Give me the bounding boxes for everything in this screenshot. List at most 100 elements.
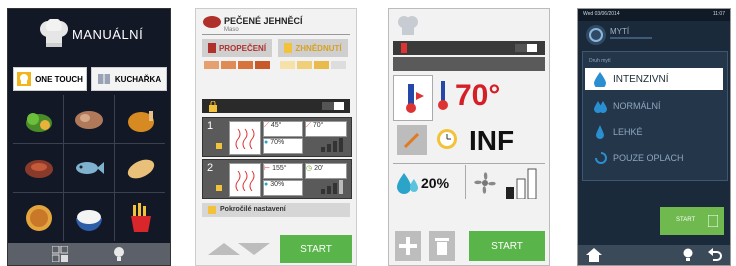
lock-icon <box>216 185 222 191</box>
doneness-level[interactable] <box>204 61 270 69</box>
manual-mode-screen: MANUÁLNÍ ONE TOUCH KUCHAŘKA <box>7 8 171 266</box>
phase1-humidity[interactable]: ● 70% <box>263 138 303 154</box>
heat-mode-icon <box>406 84 424 113</box>
pie-icon[interactable] <box>23 203 55 233</box>
advanced-label: Pokročilé nastavení <box>220 206 286 213</box>
tab-label: ONE TOUCH <box>35 74 83 84</box>
meat-roll-icon[interactable] <box>73 107 105 133</box>
humidity-value[interactable]: 20% <box>421 175 449 191</box>
mode-button[interactable] <box>393 75 433 121</box>
lock-bar <box>202 99 350 113</box>
section-label: Druh mytí <box>589 58 611 64</box>
fan-level-icon[interactable] <box>505 167 539 199</box>
phase2-time[interactable]: ◷ 20' <box>305 163 347 179</box>
home-icon[interactable] <box>586 248 602 262</box>
fan-icon[interactable] <box>471 169 499 197</box>
core-value: 70° <box>312 122 324 129</box>
phase1-temp[interactable]: ⟋ 45° <box>263 121 303 137</box>
humidity-value: 70% <box>270 139 285 146</box>
back-arrow-icon[interactable] <box>708 248 722 262</box>
option-normalni[interactable]: NORMÁLNÍ <box>585 96 723 116</box>
grid-icon[interactable] <box>52 246 68 262</box>
start-button[interactable]: START <box>280 235 352 263</box>
option-lehke[interactable]: LEHKÉ <box>585 122 723 142</box>
steak-icon[interactable] <box>23 155 55 181</box>
fries-icon[interactable] <box>129 203 153 233</box>
recipe-title: PEČENÉ JEHNĚCÍ <box>224 16 303 26</box>
trash-icon <box>435 238 449 255</box>
thermometer-icon <box>438 81 448 110</box>
chef-hat-icon <box>17 72 32 86</box>
option-label: NORMÁLNÍ <box>613 101 661 111</box>
recipe-subtitle: Maso <box>224 27 239 33</box>
fish-icon[interactable] <box>73 155 105 181</box>
phase1-core[interactable]: ⟋ 70° <box>305 121 347 137</box>
lock-icon <box>209 101 217 112</box>
cooking-control-screen: 70° INF 20% START <box>388 8 550 266</box>
chef-hat-icon <box>398 16 418 35</box>
lock-icon <box>208 206 216 214</box>
washing-screen: Wed 03/06/2014 11:07 MYTÍ Druh mytí INTE… <box>577 8 731 266</box>
chicken-icon[interactable] <box>125 105 157 135</box>
tab-one-touch[interactable]: ONE TOUCH <box>13 67 87 91</box>
up-down-arrows-icon[interactable] <box>208 241 270 257</box>
wash-icon <box>586 25 606 45</box>
advanced-settings[interactable]: Pokročilé nastavení <box>202 203 350 217</box>
humidity-icon <box>397 173 418 194</box>
plus-icon <box>399 237 417 255</box>
status-date: Wed 03/06/2014 <box>583 11 620 17</box>
tab-kucharka[interactable]: KUCHAŘKA <box>91 67 167 91</box>
wash-cycle-icon <box>708 215 718 227</box>
phase-number: 2 <box>207 162 214 174</box>
start-button[interactable]: START <box>469 231 545 261</box>
bottom-bar <box>8 243 170 265</box>
phase2-humidity[interactable]: ● 30% <box>263 180 303 196</box>
lightbulb-icon[interactable] <box>112 246 126 262</box>
time-value[interactable]: INF <box>469 125 514 157</box>
option-pouze-oplach[interactable]: POUZE OPLACH <box>585 148 723 168</box>
fan-level-icon[interactable] <box>319 180 343 194</box>
option-label: POUZE OPLACH <box>613 153 684 163</box>
page-title: MANUÁLNÍ <box>72 27 144 42</box>
book-icon <box>97 74 110 84</box>
phase2-temp[interactable]: ⊢ 155° <box>263 163 303 179</box>
browning-level[interactable] <box>280 61 346 69</box>
button-label: ZHNĚDNUTÍ <box>295 43 342 53</box>
temperature-value[interactable]: 70° <box>455 79 500 113</box>
time-value: 20' <box>314 165 324 172</box>
recipe-detail-screen: PEČENÉ JEHNĚCÍ Maso PROPEČENÍ ZHNĚDNUTÍ … <box>195 8 357 266</box>
rice-bowl-icon[interactable] <box>73 203 105 233</box>
toggle-switch[interactable] <box>515 44 537 52</box>
doneness-button[interactable]: PROPEČENÍ <box>202 39 272 57</box>
chef-hat-icon <box>40 19 68 47</box>
option-label: INTENZIVNÍ <box>613 74 669 85</box>
probe-icon <box>403 132 420 149</box>
bread-icon[interactable] <box>125 155 157 181</box>
phase-2[interactable]: 2 ⊢ 155° ◷ 20' ● 30% <box>202 159 352 199</box>
status-bar <box>393 41 545 55</box>
steam-icon <box>229 121 261 155</box>
phase-1[interactable]: 1 ⟋ 45° ⟋ 70° ● 70% <box>202 117 352 157</box>
rinse-icon <box>595 152 607 164</box>
delete-button[interactable] <box>429 231 455 261</box>
option-label: LEHKÉ <box>613 127 643 137</box>
browning-button[interactable]: ZHNĚDNUTÍ <box>278 39 348 57</box>
button-label: PROPEČENÍ <box>218 43 267 53</box>
meat-icon <box>203 16 221 28</box>
category-grid <box>13 95 165 241</box>
temp-value: 45° <box>270 122 282 129</box>
toggle-switch[interactable] <box>322 102 344 110</box>
temp-value: 155° <box>272 165 287 172</box>
start-button[interactable]: START <box>660 207 724 235</box>
water-drops-icon <box>594 72 606 87</box>
add-button[interactable] <box>395 231 421 261</box>
steam-icon <box>229 163 261 197</box>
fan-level-icon[interactable] <box>319 138 343 152</box>
start-label: START <box>676 217 696 223</box>
option-intenzivni[interactable]: INTENZIVNÍ <box>585 68 723 90</box>
humidity-value: 30% <box>270 181 285 188</box>
vegetables-icon[interactable] <box>23 105 55 135</box>
lightbulb-icon[interactable] <box>682 248 694 262</box>
core-probe-button[interactable] <box>397 125 427 155</box>
status-bar: Wed 03/06/2014 11:07 <box>578 9 730 21</box>
